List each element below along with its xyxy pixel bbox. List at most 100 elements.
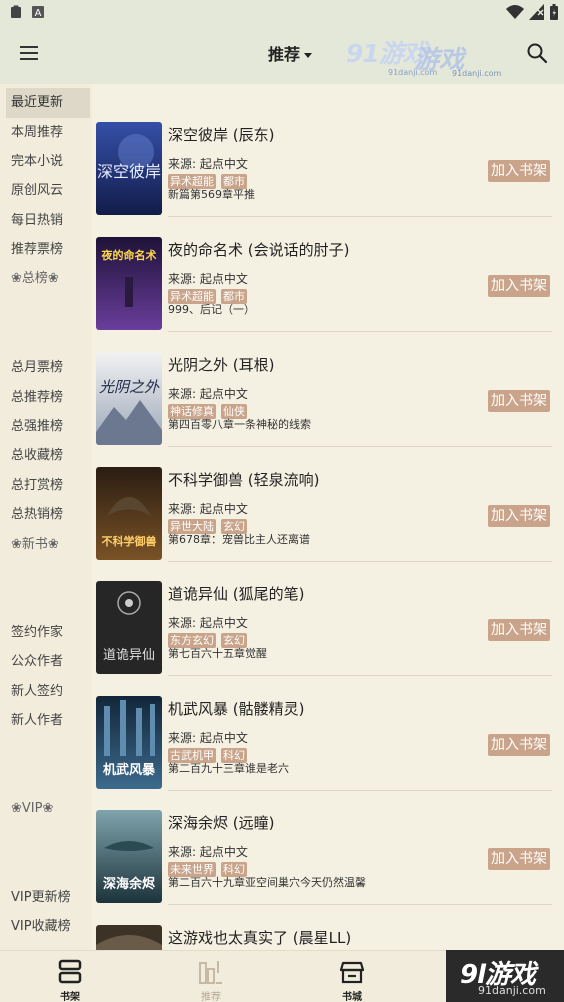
book-title: 不科学御兽 (轻泉流响) (168, 471, 320, 489)
nav-label: 书架 (60, 992, 80, 1002)
add-to-shelf-button[interactable]: 加入书架 (488, 619, 550, 641)
category-dropdown[interactable]: 推荐 (268, 41, 313, 65)
book-tags: 未来世界 科幻 (168, 858, 252, 877)
book-cover: 机武风暴 (96, 696, 162, 789)
add-to-shelf-button[interactable]: 加入书架 (488, 734, 550, 756)
book-title: 光阴之外 (耳根) (168, 356, 275, 374)
latest-chapter: 第二百六十九章亚空间巢穴今天仍然温馨 (168, 876, 366, 889)
book-row[interactable]: 机武风暴 机武风暴 (骷髅精灵) 来源: 起点中文 古武机甲 科幻 第二百九十三章… (96, 696, 552, 810)
menu-icon-line (20, 46, 38, 48)
book-row[interactable]: 道诡异仙 道诡异仙 (狐尾的笔) 来源: 起点中文 东方玄幻 玄幻 第七百六十五章… (96, 581, 552, 695)
book-cover: 道诡异仙 (96, 581, 162, 674)
sidebar-section-header: ❀总榜❀ (11, 271, 59, 286)
book-tags: 神话修真 仙侠 (168, 400, 252, 419)
book-cover: 深海余烬 (96, 810, 162, 903)
sidebar-item[interactable]: 原创风云 (0, 176, 90, 206)
caret-down-icon (304, 53, 313, 58)
book-row[interactable]: 光阴之外 光阴之外 (耳根) 来源: 起点中文 神话修真 仙侠 第四百零八章一条神… (96, 352, 552, 466)
book-row[interactable]: 深海余烬 深海余烬 (远瞳) 来源: 起点中文 未来世界 科幻 第二百六十九章亚空… (96, 810, 552, 924)
sidebar-item[interactable]: 签约作家 (0, 618, 90, 648)
divider (168, 675, 552, 676)
divider (168, 561, 552, 562)
book-cover: 不科学御兽 (96, 467, 162, 560)
menu-icon-line (20, 58, 38, 60)
book-title: 这游戏也太真实了 (晨星LL) (168, 929, 352, 947)
divider (168, 331, 552, 332)
cover-title: 光阴之外 (99, 378, 160, 396)
cover-title: 道诡异仙 (103, 648, 155, 663)
add-to-shelf-button[interactable]: 加入书架 (488, 275, 550, 297)
book-tags: 古武机甲 科幻 (168, 744, 252, 763)
sidebar-item[interactable]: 推荐票榜 (0, 235, 90, 265)
book-cover: 深空彼岸 (96, 122, 162, 215)
sidebar-item[interactable]: 最近更新 (6, 88, 90, 118)
recommend-chart-icon (199, 961, 222, 984)
sidebar-item[interactable]: VIP收藏榜 (0, 912, 90, 942)
book-title: 夜的命名术 (会说话的肘子) (168, 241, 350, 259)
nav-tab-bookstore[interactable]: 书城 (312, 951, 392, 1002)
book-cover: 夜的命名术 (96, 237, 162, 330)
book-title: 道诡异仙 (狐尾的笔) (168, 585, 305, 603)
latest-chapter: 第678章：宠兽比主人还离谱 (168, 533, 310, 546)
sidebar-item[interactable]: 本周推荐 (0, 118, 90, 148)
sidebar-section-header: ❀新书❀ (11, 537, 59, 552)
add-to-shelf-button[interactable]: 加入书架 (488, 390, 550, 412)
nav-label: 推荐 (201, 992, 221, 1002)
book-row[interactable]: 这游戏也太真实了 (晨星LL) (96, 925, 552, 950)
add-to-shelf-button[interactable]: 加入书架 (488, 160, 550, 182)
latest-chapter: 第四百零八章一条神秘的线索 (168, 418, 311, 431)
sidebar-item[interactable]: 完本小说 (0, 147, 90, 177)
page-title: 推荐 (268, 45, 301, 64)
latest-chapter: 第二百九十三章谁是老六 (168, 762, 289, 775)
book-cover: 光阴之外 (96, 352, 162, 445)
sidebar-item[interactable]: VIP更新榜 (0, 883, 90, 913)
book-tags: 异世大陆 玄幻 (168, 515, 252, 534)
cover-title: 夜的命名术 (101, 248, 157, 262)
bookstore-icon (340, 961, 364, 984)
divider (168, 790, 552, 791)
nav-label: 书城 (342, 992, 362, 1002)
add-to-shelf-button[interactable]: 加入书架 (488, 505, 550, 527)
sidebar-item[interactable]: 总热销榜 (0, 500, 90, 530)
search-icon[interactable] (526, 42, 548, 64)
sidebar-item[interactable]: 总月票榜 (0, 353, 90, 383)
nav-tab-recommend[interactable]: 推荐 (171, 951, 251, 1002)
cover-title: 深海余烬 (103, 876, 156, 892)
sidebar-item[interactable]: 新人作者 (0, 706, 90, 736)
latest-chapter: 第七百六十五章觉醒 (168, 647, 267, 660)
cover-title: 深空彼岸 (97, 162, 161, 181)
clipboard-icon (11, 5, 21, 18)
watermark-badge: 9l游戏 91danji.com (446, 950, 564, 1002)
signal-icon (529, 4, 544, 20)
bookshelf-icon (58, 959, 82, 984)
sidebar-item[interactable]: 总推荐榜 (0, 383, 90, 413)
book-row[interactable]: 夜的命名术 夜的命名术 (会说话的肘子) 来源: 起点中文 异术超能 都市 999… (96, 237, 552, 351)
sidebar-item[interactable]: 总强推榜 (0, 412, 90, 442)
app-window: A 推荐 91游戏 91danji.com 游戏 91danji.com 最近更… (0, 0, 564, 1002)
divider (168, 904, 552, 905)
menu-button[interactable] (20, 42, 48, 68)
menu-icon-line (20, 52, 38, 54)
sidebar-item[interactable]: 总打赏榜 (0, 471, 90, 501)
sidebar-item[interactable]: 每日热销 (0, 206, 90, 236)
divider (168, 216, 552, 217)
latest-chapter: 新篇第569章平推 (168, 188, 255, 201)
book-cover (96, 925, 162, 950)
watermark-url-secondary: 91danji.com (452, 69, 502, 78)
svg-text:A: A (35, 8, 42, 19)
cover-title: 机武风暴 (103, 762, 156, 778)
book-title: 深空彼岸 (辰东) (168, 126, 275, 144)
book-title: 机武风暴 (骷髅精灵) (168, 700, 305, 718)
divider (168, 446, 552, 447)
book-row[interactable]: 不科学御兽 不科学御兽 (轻泉流响) 来源: 起点中文 异世大陆 玄幻 第678章… (96, 467, 552, 581)
nav-tab-bookshelf[interactable]: 书架 (30, 951, 110, 1002)
sidebar-item[interactable]: 公众作者 (0, 647, 90, 677)
sidebar-item[interactable]: 新人签约 (0, 677, 90, 707)
sidebar-item[interactable]: 总收藏榜 (0, 441, 90, 471)
book-tags: 异术超能 都市 (168, 170, 252, 189)
add-to-shelf-button[interactable]: 加入书架 (488, 848, 550, 870)
book-row[interactable]: 深空彼岸 深空彼岸 (辰东) 来源: 起点中文 异术超能 都市 新篇第569章平推… (96, 122, 552, 236)
book-title: 深海余烬 (远瞳) (168, 814, 275, 832)
watermark-url: 91danji.com (478, 984, 546, 997)
sidebar-section-header: ❀VIP❀ (11, 801, 54, 816)
